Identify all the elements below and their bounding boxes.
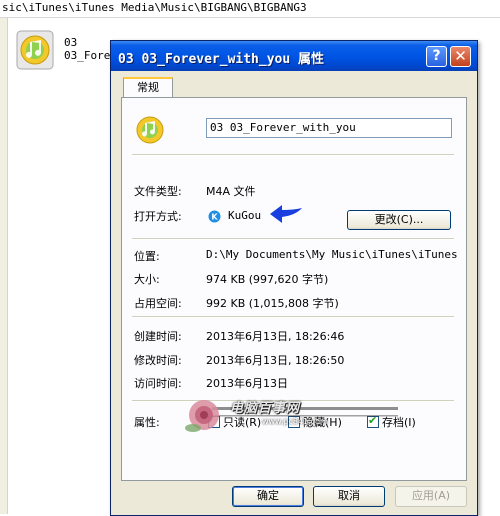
open-with-label: 打开方式:: [134, 210, 182, 223]
dialog-title: 03 03_Forever_with_you 属性: [118, 52, 325, 67]
file-name-line1[interactable]: 03: [64, 36, 77, 49]
kugou-app-icon: K: [208, 210, 221, 223]
accessed-label: 访问时间:: [134, 377, 182, 390]
tab-general-label: 常规: [137, 81, 159, 94]
created-label: 创建时间:: [134, 330, 182, 343]
ok-button[interactable]: 确定: [232, 486, 304, 507]
separator: [132, 238, 454, 240]
help-icon: ?: [432, 48, 441, 64]
modified-value: 2013年6月13日, 18:26:50: [206, 354, 345, 367]
change-button[interactable]: 更改(C)...: [347, 210, 451, 230]
watermark-url: www.pc841.com: [262, 417, 328, 426]
music-file-icon: [136, 116, 164, 144]
properties-dialog: 03 03_Forever_with_you 属性 ? ✕ 常规 03 03_F…: [110, 40, 478, 516]
tab-general[interactable]: 常规: [123, 77, 173, 97]
close-icon: ✕: [454, 47, 467, 65]
arrow-left-icon: [270, 205, 302, 223]
separator: [132, 154, 454, 156]
dialog-titlebar[interactable]: 03 03_Forever_with_you 属性 ? ✕: [111, 41, 477, 71]
close-button[interactable]: ✕: [450, 46, 471, 67]
size-label: 大小:: [134, 273, 160, 286]
address-path: sic\iTunes\iTunes Media\Music\BIGBANG\BI…: [0, 0, 500, 18]
file-name-field[interactable]: 03 03_Forever_with_you: [206, 118, 452, 138]
location-label: 位置:: [134, 250, 160, 263]
apply-button[interactable]: 应用(A): [395, 486, 467, 507]
svg-text:K: K: [211, 213, 218, 222]
created-value: 2013年6月13日, 18:26:46: [206, 330, 345, 343]
watermark-text: 电脑百事网: [230, 401, 301, 416]
file-type-value: M4A 文件: [206, 185, 256, 198]
open-with-app: KuGou: [228, 209, 262, 222]
attributes-label: 属性:: [134, 416, 160, 429]
modified-label: 修改时间:: [134, 354, 182, 367]
size-value: 974 KB (997,620 字节): [206, 273, 329, 286]
music-file-icon[interactable]: [14, 28, 58, 72]
disk-size-label: 占用空间:: [134, 297, 182, 310]
dialog-body: 常规 03 03_Forever_with_you 文件类型: M4A 文件 打…: [114, 71, 474, 512]
file-type-label: 文件类型:: [134, 185, 182, 198]
accessed-value: 2013年6月13日: [206, 377, 288, 390]
separator: [132, 316, 454, 318]
watermark-overlay: 电脑百事网 www.pc841.com: [182, 391, 400, 441]
help-button[interactable]: ?: [426, 46, 447, 67]
location-value: D:\My Documents\My Music\iTunes\iTunes M…: [206, 248, 462, 261]
cancel-button[interactable]: 取消: [313, 486, 385, 507]
disk-size-value: 992 KB (1,015,808 字节): [206, 297, 339, 310]
explorer-left-pane-edge: [0, 18, 8, 514]
